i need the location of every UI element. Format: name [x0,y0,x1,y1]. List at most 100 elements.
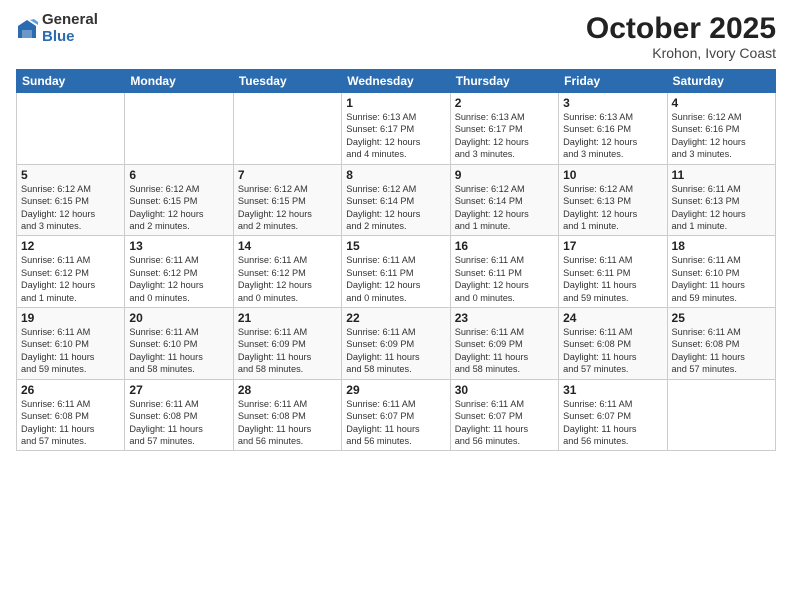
calendar-cell: 3Sunrise: 6:13 AM Sunset: 6:16 PM Daylig… [559,93,667,165]
day-number: 12 [21,239,120,253]
day-number: 21 [238,311,337,325]
logo-text: General Blue [42,12,98,45]
calendar-cell: 7Sunrise: 6:12 AM Sunset: 6:15 PM Daylig… [233,164,341,236]
day-number: 14 [238,239,337,253]
day-info: Sunrise: 6:13 AM Sunset: 6:16 PM Dayligh… [563,111,662,161]
day-info: Sunrise: 6:11 AM Sunset: 6:07 PM Dayligh… [563,398,662,448]
header-friday: Friday [559,70,667,93]
day-info: Sunrise: 6:13 AM Sunset: 6:17 PM Dayligh… [455,111,554,161]
day-info: Sunrise: 6:12 AM Sunset: 6:16 PM Dayligh… [672,111,771,161]
day-info: Sunrise: 6:12 AM Sunset: 6:14 PM Dayligh… [455,183,554,233]
calendar-cell: 24Sunrise: 6:11 AM Sunset: 6:08 PM Dayli… [559,308,667,380]
calendar-cell: 29Sunrise: 6:11 AM Sunset: 6:07 PM Dayli… [342,379,450,451]
day-number: 16 [455,239,554,253]
calendar-cell [233,93,341,165]
day-number: 5 [21,168,120,182]
location-subtitle: Krohon, Ivory Coast [586,45,776,61]
day-info: Sunrise: 6:13 AM Sunset: 6:17 PM Dayligh… [346,111,445,161]
weekday-header-row: Sunday Monday Tuesday Wednesday Thursday… [17,70,776,93]
calendar-row-2: 12 Sunrise: 6:11 AM Sunset: 6:12 PM Dayli… [17,236,776,308]
day-number: 10 [563,168,662,182]
calendar-cell: 31Sunrise: 6:11 AM Sunset: 6:07 PM Dayli… [559,379,667,451]
calendar-cell: 20Sunrise: 6:11 AM Sunset: 6:10 PM Dayli… [125,308,233,380]
calendar-cell: 21Sunrise: 6:11 AM Sunset: 6:09 PM Dayli… [233,308,341,380]
day-number: 30 [455,383,554,397]
day-info: Sunrise: 6:11 AM Sunset: 6:08 PM Dayligh… [563,326,662,376]
calendar-cell: 10Sunrise: 6:12 AM Sunset: 6:13 PM Dayli… [559,164,667,236]
day-number: 17 [563,239,662,253]
day-info: Sunrise: 6:11 AM Sunset: 6:08 PM Dayligh… [129,398,228,448]
calendar-cell: 11Sunrise: 6:11 AM Sunset: 6:13 PM Dayli… [667,164,775,236]
day-info: Sunrise: 6:12 AM Sunset: 6:13 PM Dayligh… [563,183,662,233]
day-number: 8 [346,168,445,182]
day-number: 15 [346,239,445,253]
calendar-cell: 15Sunrise: 6:11 AM Sunset: 6:11 PM Dayli… [342,236,450,308]
day-info: Sunrise: 6:11 AM Sunset: 6:12 PM Dayligh… [238,254,337,304]
day-number: 1 [346,96,445,110]
day-number: 31 [563,383,662,397]
day-info: Sunrise: 6:11 AM Sunset: 6:11 PM Dayligh… [455,254,554,304]
day-number: 19 [21,311,120,325]
calendar-cell: 17Sunrise: 6:11 AM Sunset: 6:11 PM Dayli… [559,236,667,308]
calendar-cell [125,93,233,165]
day-info: Sunrise: 6:11 AM Sunset: 6:08 PM Dayligh… [21,398,120,448]
calendar-cell: 23Sunrise: 6:11 AM Sunset: 6:09 PM Dayli… [450,308,558,380]
day-info: Sunrise: 6:11 AM Sunset: 6:07 PM Dayligh… [346,398,445,448]
day-number: 25 [672,311,771,325]
page: General Blue October 2025 Krohon, Ivory … [0,0,792,612]
header-monday: Monday [125,70,233,93]
month-title: October 2025 [586,12,776,45]
day-info: Sunrise: 6:12 AM Sunset: 6:15 PM Dayligh… [21,183,120,233]
calendar-cell: 28Sunrise: 6:11 AM Sunset: 6:08 PM Dayli… [233,379,341,451]
logo-icon [16,18,38,40]
day-number: 11 [672,168,771,182]
calendar-cell [667,379,775,451]
day-info: Sunrise: 6:11 AM Sunset: 6:07 PM Dayligh… [455,398,554,448]
calendar-cell: 19Sunrise: 6:11 AM Sunset: 6:10 PM Dayli… [17,308,125,380]
day-info: Sunrise: 6:11 AM Sunset: 6:11 PM Dayligh… [563,254,662,304]
day-info: Sunrise: 6:11 AM Sunset: 6:09 PM Dayligh… [346,326,445,376]
title-block: October 2025 Krohon, Ivory Coast [586,12,776,61]
day-number: 7 [238,168,337,182]
day-number: 9 [455,168,554,182]
day-number: 24 [563,311,662,325]
header-saturday: Saturday [667,70,775,93]
calendar-cell: 6Sunrise: 6:12 AM Sunset: 6:15 PM Daylig… [125,164,233,236]
day-number: 6 [129,168,228,182]
day-info: Sunrise: 6:11 AM Sunset: 6:12 PM Dayligh… [129,254,228,304]
day-info: Sunrise: 6:11 AM Sunset: 6:11 PM Dayligh… [346,254,445,304]
header-tuesday: Tuesday [233,70,341,93]
calendar-cell: 30Sunrise: 6:11 AM Sunset: 6:07 PM Dayli… [450,379,558,451]
calendar-row-1: 5Sunrise: 6:12 AM Sunset: 6:15 PM Daylig… [17,164,776,236]
day-info: Sunrise: 6:12 AM Sunset: 6:15 PM Dayligh… [238,183,337,233]
day-number: 3 [563,96,662,110]
calendar-cell: 16Sunrise: 6:11 AM Sunset: 6:11 PM Dayli… [450,236,558,308]
day-number: 18 [672,239,771,253]
calendar-cell: 9Sunrise: 6:12 AM Sunset: 6:14 PM Daylig… [450,164,558,236]
day-number: 23 [455,311,554,325]
day-number: 13 [129,239,228,253]
day-number: 4 [672,96,771,110]
day-info: Sunrise: 6:11 AM Sunset: 6:10 PM Dayligh… [672,254,771,304]
day-number: 28 [238,383,337,397]
day-info: Sunrise: 6:11 AM Sunset: 6:10 PM Dayligh… [129,326,228,376]
day-number: 20 [129,311,228,325]
calendar-cell: 2Sunrise: 6:13 AM Sunset: 6:17 PM Daylig… [450,93,558,165]
calendar-cell: 18Sunrise: 6:11 AM Sunset: 6:10 PM Dayli… [667,236,775,308]
day-info: Sunrise: 6:11 AM Sunset: 6:10 PM Dayligh… [21,326,120,376]
calendar-cell: 22Sunrise: 6:11 AM Sunset: 6:09 PM Dayli… [342,308,450,380]
calendar-table: Sunday Monday Tuesday Wednesday Thursday… [16,69,776,451]
calendar-cell: 27Sunrise: 6:11 AM Sunset: 6:08 PM Dayli… [125,379,233,451]
logo: General Blue [16,12,98,45]
calendar-cell: 12Sunrise: 6:11 AM Sunset: 6:12 PM Dayli… [17,236,125,308]
calendar-cell: 1Sunrise: 6:13 AM Sunset: 6:17 PM Daylig… [342,93,450,165]
day-number: 26 [21,383,120,397]
logo-general: General [42,12,98,29]
day-info: Sunrise: 6:11 AM Sunset: 6:09 PM Dayligh… [455,326,554,376]
calendar-row-3: 19Sunrise: 6:11 AM Sunset: 6:10 PM Dayli… [17,308,776,380]
calendar-cell: 14Sunrise: 6:11 AM Sunset: 6:12 PM Dayli… [233,236,341,308]
day-info: Sunrise: 6:12 AM Sunset: 6:14 PM Dayligh… [346,183,445,233]
day-info: Sunrise: 6:12 AM Sunset: 6:15 PM Dayligh… [129,183,228,233]
day-info: Sunrise: 6:11 AM Sunset: 6:13 PM Dayligh… [672,183,771,233]
calendar-cell: 4Sunrise: 6:12 AM Sunset: 6:16 PM Daylig… [667,93,775,165]
